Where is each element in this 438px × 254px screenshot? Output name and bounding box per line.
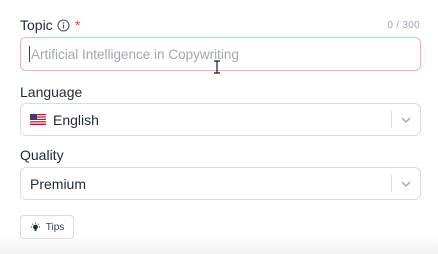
language-selected-text: English	[53, 111, 99, 128]
language-select[interactable]: English	[20, 103, 421, 136]
quality-label: Quality	[20, 147, 64, 163]
language-select-value: English	[21, 112, 391, 128]
language-chevron-down-icon[interactable]	[392, 104, 420, 135]
text-caret	[29, 46, 30, 62]
lightbulb-icon	[30, 222, 41, 233]
quality-chevron-down-icon[interactable]	[392, 168, 420, 199]
language-label-row: Language	[20, 84, 420, 100]
required-mark: *	[74, 17, 81, 33]
us-flag-icon	[30, 114, 46, 125]
info-icon[interactable]	[57, 18, 70, 32]
quality-label-row: Quality	[20, 147, 420, 163]
quality-select[interactable]: Premium	[20, 167, 421, 200]
language-label: Language	[20, 84, 83, 100]
char-count: 0 / 300	[387, 19, 420, 31]
text-cursor-icon	[214, 60, 220, 74]
content-form: Topic * 0 / 300 Language	[0, 0, 438, 254]
topic-label: Topic	[20, 17, 53, 33]
tips-label: Tips	[45, 221, 65, 233]
topic-label-row: Topic * 0 / 300	[20, 17, 420, 33]
quality-select-value: Premium	[21, 176, 391, 192]
tips-button[interactable]: Tips	[20, 215, 74, 239]
quality-selected-text: Premium	[30, 175, 87, 192]
